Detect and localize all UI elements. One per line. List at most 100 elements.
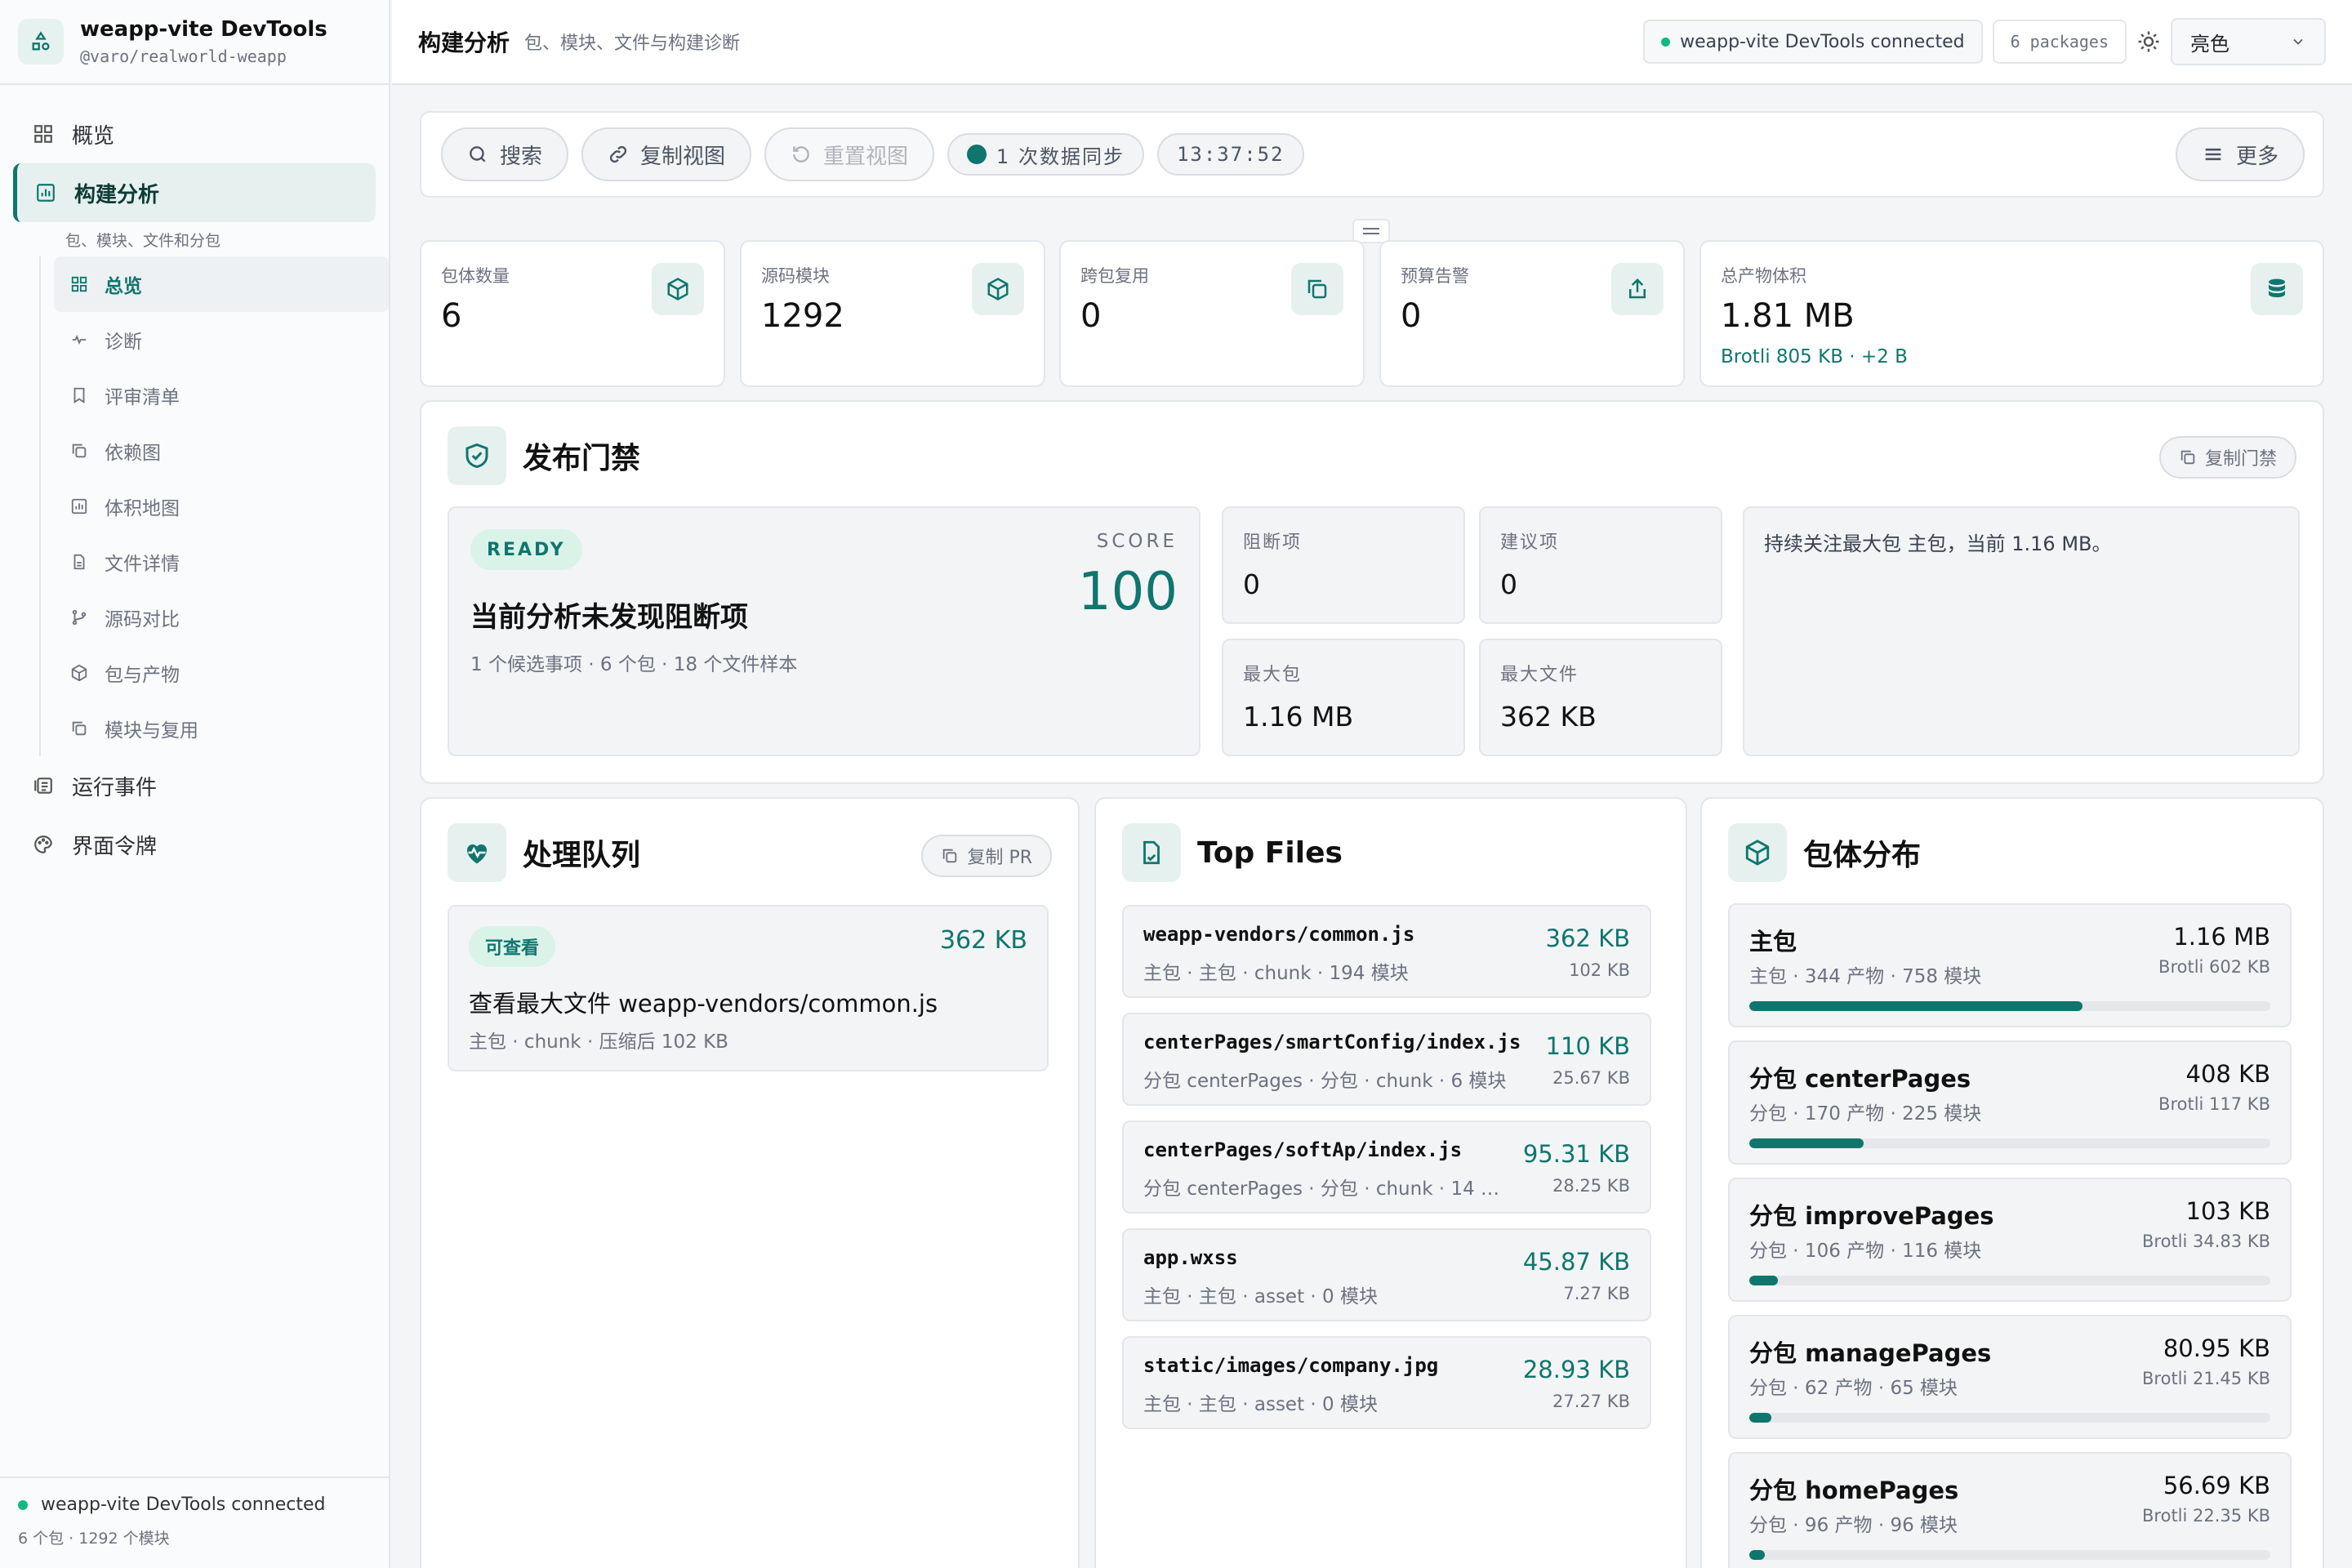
- subnav-item-diagnostics[interactable]: 诊断: [54, 312, 389, 368]
- file-name: app.wxss: [1143, 1246, 1238, 1269]
- package-meta: 主包 · 344 产物 · 758 模块: [1749, 966, 1982, 987]
- panel-title: 发布门禁: [523, 442, 641, 475]
- subnav-item-packages-artifacts[interactable]: 包与产物: [54, 645, 389, 701]
- subnav-item-dependency-graph[interactable]: 依赖图: [54, 423, 389, 479]
- file-compressed-size: 25.67 KB: [1552, 1068, 1630, 1088]
- copy-pr-button[interactable]: 复制 PR: [921, 835, 1052, 877]
- package-row[interactable]: 主包 主包 · 344 产物 · 758 模块 1.16 MB Brotli 6…: [1728, 903, 2292, 1027]
- copy-gate-button[interactable]: 复制门禁: [2158, 436, 2296, 479]
- package-size: 1.16 MB: [2173, 923, 2270, 951]
- subnav-item-source-diff[interactable]: 源码对比: [54, 590, 389, 645]
- toolbar: 搜索 复制视图 重置视图 1 次数据同步 13:37:52 更多: [420, 111, 2324, 198]
- sidebar-footer: weapp-vite DevTools connected 6 个包 · 129…: [0, 1477, 389, 1568]
- status-badge: 可查看: [469, 926, 556, 967]
- heartbeat-icon: [72, 335, 87, 345]
- queue-panel: 处理队列 复制 PR 可查看 362 KB 查看最大文件 weapp-vendo…: [420, 797, 1080, 1568]
- queue-item-title: 查看最大文件 weapp-vendors/common.js: [469, 990, 938, 1018]
- nav-item-runtime-events[interactable]: 运行事件: [0, 756, 389, 815]
- nav-label: 界面令牌: [72, 834, 158, 859]
- chart-icon: [37, 184, 55, 202]
- file-row[interactable]: weapp-vendors/common.js 主包 · 主包 · chunk …: [1122, 905, 1651, 998]
- package-row[interactable]: 分包 improvePages 分包 · 106 产物 · 116 模块 103…: [1728, 1178, 2292, 1302]
- share-icon: [1611, 263, 1664, 315]
- theme-select[interactable]: 亮色: [2171, 18, 2326, 65]
- subnav-label: 诊断: [105, 332, 142, 353]
- package-brotli: Brotli 34.83 KB: [2142, 1232, 2270, 1251]
- status-badge: READY: [470, 529, 582, 570]
- stat-card-package-count: 包体数量 6: [420, 240, 725, 387]
- subnav-item-review[interactable]: 评审清单: [54, 368, 389, 423]
- file-compressed-size: 28.25 KB: [1552, 1176, 1630, 1196]
- status-dot-icon: [1661, 37, 1671, 47]
- nav-item-build-analysis[interactable]: 构建分析: [13, 163, 376, 222]
- file-row[interactable]: app.wxss 主包 · 主包 · asset · 0 模块 45.87 KB…: [1122, 1228, 1651, 1321]
- subnav-item-modules-reuse[interactable]: 模块与复用: [54, 701, 389, 756]
- package-size-bar: [1749, 1138, 2270, 1148]
- subnav-label: 体积地图: [105, 498, 180, 519]
- file-compressed-size: 102 KB: [1569, 960, 1630, 980]
- nav-item-overview[interactable]: 概览: [0, 105, 389, 163]
- package-brotli: Brotli 21.45 KB: [2142, 1369, 2270, 1388]
- copy-icon: [943, 849, 957, 863]
- gate-summary-card: READY SCORE 100 当前分析未发现阻断项 1 个候选事项 · 6 个…: [448, 506, 1200, 756]
- nav-item-ui-tokens[interactable]: 界面令牌: [0, 815, 389, 874]
- file-row[interactable]: centerPages/softAp/index.js 分包 centerPag…: [1122, 1120, 1651, 1214]
- search-button[interactable]: 搜索: [441, 127, 569, 181]
- metric-largest-file: 最大文件 362 KB: [1479, 639, 1722, 756]
- file-meta: 分包 centerPages · 分包 · chunk · 14 模块: [1143, 1178, 1511, 1200]
- reset-icon: [793, 146, 809, 163]
- metric-label: 最大文件: [1500, 665, 1579, 685]
- metric-value: 362 KB: [1500, 701, 1597, 733]
- menu-icon: [2205, 148, 2221, 161]
- gate-headline: 当前分析未发现阻断项: [470, 601, 748, 634]
- metric-label: 阻断项: [1243, 532, 1303, 553]
- subnav: 总览 诊断 评审清单 依赖图 体积地图 文件详情 源码对比 包与产物 模块与复用: [39, 256, 389, 756]
- file-meta: 主包 · 主包 · chunk · 194 模块: [1143, 963, 1409, 984]
- metric-value: 0: [1243, 568, 1260, 600]
- package-size-bar-fill: [1749, 1001, 2083, 1011]
- package-row[interactable]: 分包 homePages 分包 · 96 产物 · 96 模块 56.69 KB…: [1728, 1452, 2292, 1568]
- sun-icon[interactable]: [2136, 29, 2161, 54]
- search-icon: [470, 146, 486, 163]
- connection-chip-text: weapp-vite DevTools connected: [1680, 31, 1965, 52]
- subnav-item-summary[interactable]: 总览: [54, 256, 389, 312]
- reset-view-button[interactable]: 重置视图: [764, 127, 935, 181]
- copy-view-button[interactable]: 复制视图: [581, 127, 752, 181]
- file-row[interactable]: static/images/company.jpg 主包 · 主包 · asse…: [1122, 1336, 1651, 1429]
- queue-item[interactable]: 可查看 362 KB 查看最大文件 weapp-vendors/common.j…: [448, 905, 1049, 1071]
- database-icon: [2251, 263, 2303, 315]
- metric-value: 1.16 MB: [1243, 701, 1354, 733]
- package-row[interactable]: 分包 centerPages 分包 · 170 产物 · 225 模块 408 …: [1728, 1040, 2292, 1165]
- file-compressed-size: 27.27 KB: [1552, 1392, 1630, 1411]
- packages-chip: 6 packages: [1992, 20, 2127, 64]
- project-name: @varo/realworld-weapp: [80, 47, 287, 66]
- subnav-label: 源码对比: [105, 609, 180, 630]
- connection-chip: weapp-vite DevTools connected: [1643, 20, 1983, 64]
- reset-view-label: 重置视图: [823, 144, 909, 169]
- connection-status: weapp-vite DevTools connected: [18, 1494, 371, 1515]
- subnav-item-size-map[interactable]: 体积地图: [54, 479, 389, 534]
- file-meta: 分包 centerPages · 分包 · chunk · 6 模块: [1143, 1071, 1507, 1092]
- file-meta: 主包 · 主包 · asset · 0 模块: [1143, 1286, 1378, 1307]
- package-row[interactable]: 分包 managePages 分包 · 62 产物 · 65 模块 80.95 …: [1728, 1315, 2292, 1439]
- drag-handle[interactable]: [1352, 219, 1390, 243]
- subnav-label: 模块与复用: [105, 720, 198, 742]
- stat-value: 1.81 MB: [1721, 297, 1855, 335]
- file-size: 95.31 KB: [1522, 1140, 1630, 1168]
- palette-icon: [34, 835, 52, 853]
- stat-card-budget-alerts: 预算告警 0: [1379, 240, 1685, 387]
- drag-handle-icon: [1363, 228, 1379, 234]
- file-name: weapp-vendors/common.js: [1143, 923, 1415, 946]
- file-row[interactable]: centerPages/smartConfig/index.js 分包 cent…: [1122, 1013, 1651, 1106]
- subnav-item-file-details[interactable]: 文件详情: [54, 534, 389, 590]
- sidebar: weapp-vite DevTools @varo/realworld-weap…: [0, 0, 390, 1568]
- package-meta: 分包 · 62 产物 · 65 模块: [1749, 1378, 1958, 1399]
- more-button[interactable]: 更多: [2175, 127, 2305, 181]
- package-name: 分包 managePages: [1749, 1339, 1992, 1367]
- file-size: 45.87 KB: [1522, 1248, 1630, 1276]
- search-button-label: 搜索: [500, 144, 543, 169]
- nav-note: 包、模块、文件和分包: [65, 231, 221, 250]
- nav-label: 概览: [72, 123, 115, 149]
- copy-gate-label: 复制门禁: [2204, 449, 2277, 470]
- cube-icon: [972, 263, 1024, 315]
